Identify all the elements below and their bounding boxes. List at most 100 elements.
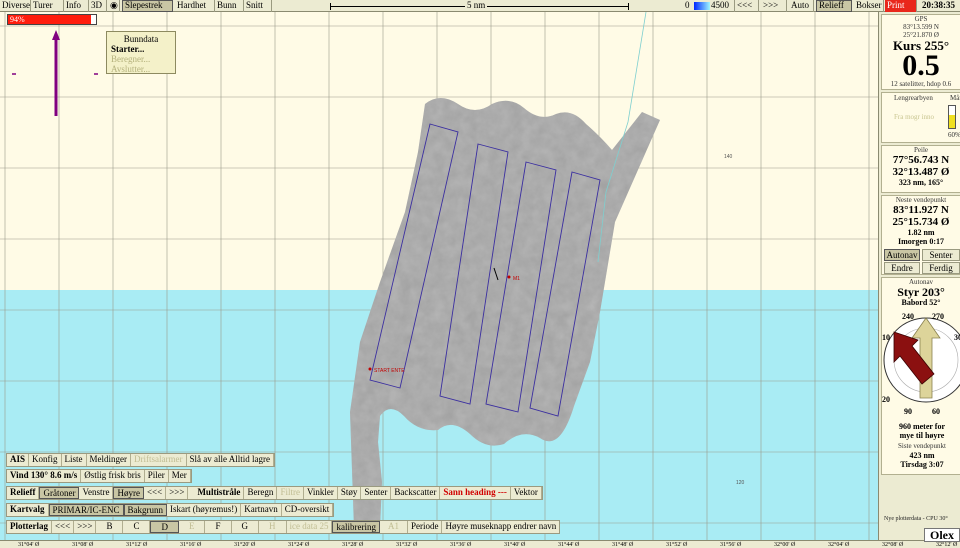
- longitude-label: 31°28' Ø: [342, 542, 364, 548]
- record-icon[interactable]: ◉: [108, 0, 120, 12]
- nav-prev-button[interactable]: <<<: [735, 0, 759, 12]
- longitude-label: 31°20' Ø: [234, 542, 256, 548]
- ais-liste-button[interactable]: Liste: [62, 454, 87, 466]
- primar-button[interactable]: PRIMAR/IC-ENC: [48, 504, 124, 516]
- senter-button[interactable]: Senter: [361, 487, 392, 499]
- depth-min: 0: [685, 0, 690, 10]
- menu-diverse[interactable]: Diverse: [0, 0, 31, 12]
- longitude-label: 32°08' Ø: [882, 542, 904, 548]
- kartnavn-button[interactable]: Kartnavn: [241, 504, 282, 516]
- last-waypoint-dist: 423 nm: [909, 451, 935, 460]
- bokser-button[interactable]: Bokser: [854, 0, 884, 12]
- depth-max: 4500: [709, 0, 735, 12]
- bakgrunn-button[interactable]: Bakgrunn: [123, 504, 168, 516]
- bunndata-popup: Bunndata Starter... Beregner... Avslutte…: [106, 31, 176, 74]
- longitude-label: 31°04' Ø: [18, 542, 40, 548]
- layer-g-button[interactable]: G: [232, 521, 259, 533]
- endre-button[interactable]: Endre: [884, 262, 920, 274]
- depth-label: 120: [736, 480, 745, 486]
- ais-alarms-button[interactable]: Slå av alle Alltid lagre: [187, 454, 274, 466]
- hoyre-button[interactable]: Høyre: [113, 487, 144, 499]
- layer-d-button[interactable]: D: [150, 521, 179, 533]
- steer-heading: Styr 203°: [897, 285, 945, 299]
- longitude-label: 31°12' Ø: [126, 542, 148, 548]
- longitude-label: 31°52' Ø: [666, 542, 688, 548]
- ais-meldinger-button[interactable]: Meldinger: [87, 454, 132, 466]
- wind-description: Østlig frisk bris: [81, 470, 145, 482]
- menu-slepestrek[interactable]: Slepestrek: [122, 0, 173, 12]
- plotter-prev-button[interactable]: <<<: [52, 521, 75, 533]
- layer-f-button[interactable]: F: [205, 521, 232, 533]
- last-waypoint-title: Siste vendepunkt: [897, 442, 947, 450]
- layer-b-button[interactable]: B: [96, 521, 124, 533]
- menu-bunn[interactable]: Bunn: [215, 0, 244, 12]
- relieff-button[interactable]: Relieff: [816, 0, 852, 12]
- layer-c-button[interactable]: C: [123, 521, 151, 533]
- turn-advice-2: mye til høyre: [899, 431, 945, 440]
- longitude-label: 31°16' Ø: [180, 542, 202, 548]
- cd-oversikt-button[interactable]: CD-oversikt: [282, 504, 334, 516]
- backscatter-button[interactable]: Backscatter: [391, 487, 441, 499]
- nav-next-button[interactable]: >>>: [761, 0, 787, 12]
- longitude-label: 31°24' Ø: [288, 542, 310, 548]
- ais-label: AIS: [7, 454, 30, 466]
- vektor-button[interactable]: Vektor: [511, 487, 542, 499]
- longitude-label: 32°12' Ø: [936, 542, 958, 548]
- gps-box: GPS 83°13.599 N 25°21.870 Ø Kurs 255° 0.…: [881, 14, 960, 90]
- waypoint-dist: 1.82 nm: [907, 228, 935, 237]
- ais-driftsalarmer-button[interactable]: Driftsalarmer: [131, 454, 187, 466]
- auto-button[interactable]: Auto: [789, 0, 814, 12]
- menu-info[interactable]: Info: [64, 0, 89, 12]
- kalibrering-button[interactable]: kalibrering: [332, 521, 380, 533]
- waypoint-lon: 25°15.734 Ø: [892, 216, 950, 228]
- relieff-label: Relieff: [7, 487, 40, 499]
- depth-scale[interactable]: [694, 2, 710, 10]
- waypoint-title: Neste vendepunkt: [895, 196, 947, 204]
- ice-data-button[interactable]: ice data 25: [287, 521, 333, 533]
- relief-prev-button[interactable]: <<<: [144, 487, 167, 499]
- relief-next-button[interactable]: >>>: [166, 487, 189, 499]
- compass-label: 270: [932, 312, 944, 321]
- plotter-note: Nye plotterdata - CPU 30°: [884, 516, 948, 522]
- menu-snitt[interactable]: Snitt: [244, 0, 272, 12]
- gauge-left-sub: Fra mogr inno: [894, 113, 935, 121]
- waypoint-eta: Imorgen 0:17: [898, 237, 944, 246]
- filtre-button[interactable]: Filtre: [277, 487, 304, 499]
- menu-hardhet[interactable]: Hardhet: [175, 0, 215, 12]
- stoy-button[interactable]: Støy: [338, 487, 362, 499]
- menu-3d[interactable]: 3D: [89, 0, 107, 12]
- longitude-label: 31°36' Ø: [450, 542, 472, 548]
- mer-button[interactable]: Mer: [169, 470, 191, 482]
- peile-lat: 77°56.743 N: [892, 154, 950, 166]
- compass-label: 240: [902, 312, 914, 321]
- senter-button[interactable]: Senter: [922, 249, 960, 261]
- ais-konfig-button[interactable]: Konfig: [29, 454, 62, 466]
- menu-turer[interactable]: Turer: [31, 0, 64, 12]
- layer-h-button[interactable]: H: [259, 521, 287, 533]
- venstre-button[interactable]: Venstre: [79, 487, 114, 499]
- coverage-relief: [350, 98, 660, 528]
- kartvalg-label: Kartvalg: [7, 504, 49, 516]
- print-button[interactable]: Print: [885, 0, 917, 12]
- layer-e-button[interactable]: E: [179, 521, 206, 533]
- gratoner-button[interactable]: Gråtoner: [39, 487, 80, 499]
- periode-button[interactable]: Periode: [408, 521, 443, 533]
- clock: 20:38:35: [922, 0, 955, 10]
- plotter-next-button[interactable]: >>>: [74, 521, 97, 533]
- right-click-hint: Høyre museknapp endrer navn: [445, 521, 557, 531]
- layer-a1-button[interactable]: A1: [380, 521, 408, 533]
- autonav-button[interactable]: Autonav: [884, 249, 920, 261]
- gauge-percent: 60%: [948, 131, 960, 139]
- speed: 0.5: [902, 49, 940, 82]
- popup-item-starter[interactable]: Starter...: [111, 44, 171, 54]
- sann-heading-button[interactable]: Sann heading ---: [440, 487, 511, 499]
- kart-row: Kartvalg PRIMAR/IC-ENC Bakgrunn Iskart (…: [6, 503, 335, 517]
- piler-button[interactable]: Piler: [145, 470, 169, 482]
- beregn-button[interactable]: Beregn: [244, 487, 278, 499]
- ferdig-button[interactable]: Ferdig: [922, 262, 960, 274]
- vinkler-button[interactable]: Vinkler: [304, 487, 338, 499]
- peile-box: Peile 77°56.743 N 32°13.487 Ø 323 nm, 16…: [881, 145, 960, 193]
- longitude-label: 31°40' Ø: [504, 542, 526, 548]
- iskart-button[interactable]: Iskart (høyremus!): [167, 504, 242, 516]
- compass-label: 60: [932, 407, 940, 414]
